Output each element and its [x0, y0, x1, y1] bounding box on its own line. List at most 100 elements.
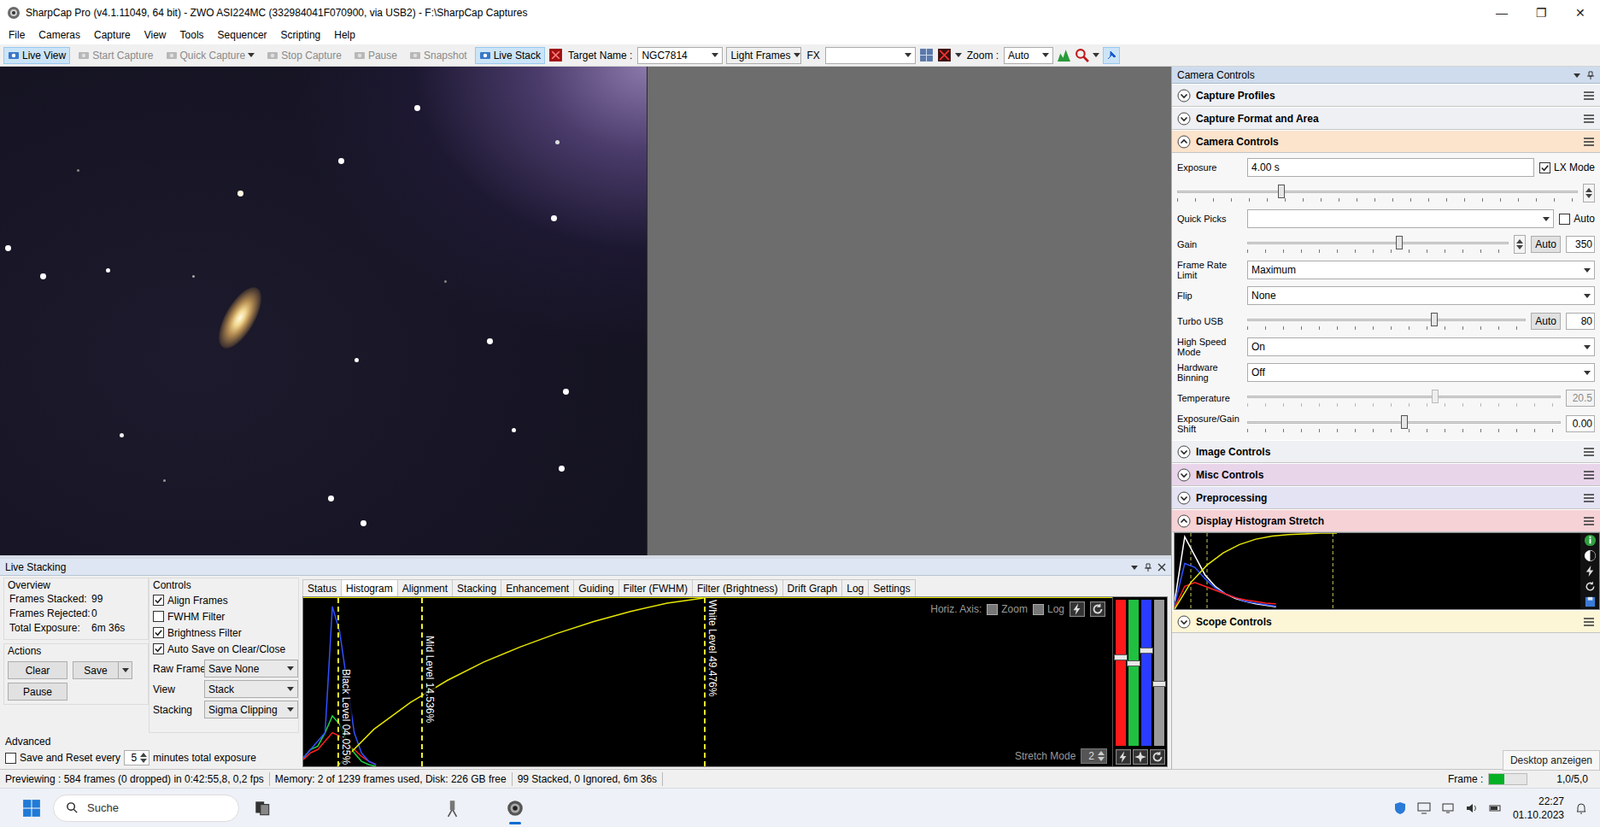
close-icon[interactable] [1157, 562, 1167, 572]
level-line[interactable] [703, 597, 706, 767]
up-icon[interactable] [140, 752, 147, 757]
display-icon[interactable] [1417, 801, 1431, 815]
toolbar-button[interactable]: Start Capture [73, 46, 158, 65]
tab[interactable]: Stacking [451, 579, 502, 597]
tab[interactable]: Status [302, 579, 342, 597]
pin-icon[interactable] [1143, 562, 1153, 572]
reset-icon[interactable] [1090, 601, 1106, 617]
checkbox-row[interactable]: Align Frames [152, 591, 299, 609]
checkbox[interactable] [1032, 603, 1044, 616]
chevron-icon[interactable] [1177, 88, 1191, 103]
chevron-icon[interactable] [1177, 514, 1191, 528]
auto-button[interactable]: Auto [1530, 235, 1561, 253]
down-icon[interactable] [1516, 245, 1524, 250]
section-header[interactable]: Image Controls [1172, 439, 1600, 464]
checkbox[interactable] [152, 627, 165, 639]
dropdown-icon[interactable] [1572, 70, 1582, 80]
up-icon[interactable] [1585, 187, 1593, 193]
lightning-icon[interactable] [1069, 601, 1085, 617]
menu-icon[interactable] [1582, 113, 1595, 124]
auto-button[interactable]: Auto [1530, 312, 1561, 330]
tab[interactable]: Log [841, 579, 869, 597]
tab[interactable]: Drift Graph [782, 579, 844, 597]
slider[interactable] [1247, 387, 1561, 409]
level-line[interactable] [337, 597, 340, 767]
exposure-input[interactable]: 4.00 s [1247, 158, 1535, 177]
section-header[interactable]: Scope Controls [1172, 609, 1600, 633]
chevron-icon[interactable] [1177, 615, 1191, 629]
axis-option[interactable]: Log [1032, 603, 1065, 616]
section-header[interactable]: Capture Profiles [1172, 83, 1600, 107]
telescope-app-icon[interactable] [442, 798, 462, 818]
stretch-marker[interactable] [1332, 533, 1334, 610]
security-icon[interactable] [1393, 801, 1407, 815]
tab[interactable]: Filter (Brightness) [691, 579, 784, 597]
reset-icon[interactable] [1583, 580, 1597, 593]
slider-thumb[interactable] [1152, 680, 1167, 687]
caret-icon[interactable] [955, 52, 962, 58]
tab[interactable]: Filter (FWHM) [618, 579, 693, 597]
fx-select[interactable] [825, 46, 916, 65]
toolbar-button[interactable]: Quick Capture [161, 46, 260, 65]
menu-item[interactable]: Sequencer [210, 29, 275, 42]
checkbox-row[interactable]: Auto Save on Clear/Close [152, 640, 299, 657]
pin-button[interactable] [1102, 46, 1120, 65]
chevron-icon[interactable] [1177, 111, 1191, 126]
slider-thumb[interactable] [1113, 654, 1128, 661]
checkbox[interactable] [5, 752, 17, 764]
menu-icon[interactable] [1582, 90, 1595, 101]
checkbox[interactable] [1558, 213, 1571, 225]
save-button[interactable]: Save [72, 661, 133, 680]
lightning-icon[interactable] [1583, 564, 1597, 578]
pin-icon[interactable] [1586, 70, 1595, 80]
channel-slider[interactable] [1115, 599, 1126, 746]
checkbox[interactable] [986, 603, 998, 616]
menu-item[interactable]: Help [327, 29, 363, 42]
search-box[interactable]: Suche [52, 794, 240, 822]
menu-icon[interactable] [1582, 492, 1595, 504]
stretch-marker[interactable] [1207, 533, 1208, 610]
menu-icon[interactable] [1582, 616, 1595, 628]
menu-icon[interactable] [1582, 515, 1595, 527]
menu-item[interactable]: Tools [173, 29, 211, 42]
slider[interactable] [1247, 413, 1561, 434]
target-select[interactable]: NGC7814 [637, 46, 723, 65]
dropdown-icon[interactable] [1130, 562, 1139, 572]
channel-slider[interactable] [1128, 599, 1139, 746]
value-box[interactable]: 350 [1565, 235, 1595, 253]
slider-thumb[interactable] [1139, 647, 1154, 654]
network-icon[interactable] [1441, 801, 1455, 815]
histogram-icon[interactable] [1056, 47, 1072, 63]
tab[interactable]: Enhancement [500, 579, 575, 597]
tab[interactable]: Alignment [397, 579, 453, 597]
down-icon[interactable] [140, 758, 147, 763]
window-button[interactable]: ❐ [1521, 0, 1561, 26]
section-header[interactable]: Camera Controls [1172, 129, 1600, 153]
checkbox[interactable] [152, 643, 165, 655]
select-box[interactable]: On [1247, 337, 1595, 357]
toolbar-button[interactable]: Pause [349, 46, 402, 65]
clear-button[interactable]: Clear [7, 661, 68, 680]
checkbox[interactable] [152, 610, 165, 622]
menu-item[interactable]: Cameras [31, 29, 88, 42]
windows-start-icon[interactable] [22, 798, 42, 818]
minutes-spinner[interactable]: 5 [123, 750, 150, 766]
chevron-icon[interactable] [1177, 468, 1191, 482]
value-box[interactable]: 0.00 [1565, 415, 1595, 433]
select-box[interactable]: Save None [204, 659, 299, 678]
chevron-icon[interactable] [1177, 491, 1191, 505]
level-line[interactable] [421, 597, 423, 767]
channel-slider[interactable] [1154, 599, 1165, 746]
section-header[interactable]: Preprocessing [1172, 486, 1600, 510]
slider-thumb[interactable] [1430, 312, 1438, 327]
info-icon[interactable] [1583, 533, 1597, 547]
up-icon[interactable] [1097, 750, 1105, 756]
stretch-marker[interactable] [1190, 533, 1192, 610]
select-box[interactable]: None [1247, 286, 1595, 305]
select-box[interactable]: Sigma Clipping [204, 700, 299, 719]
select-box[interactable]: Off [1247, 363, 1595, 382]
section-header[interactable]: Misc Controls [1172, 463, 1600, 487]
checkbox-row[interactable]: FWHM Filter [152, 608, 299, 625]
notification-icon[interactable] [1574, 801, 1589, 815]
checkbox[interactable] [152, 594, 165, 606]
